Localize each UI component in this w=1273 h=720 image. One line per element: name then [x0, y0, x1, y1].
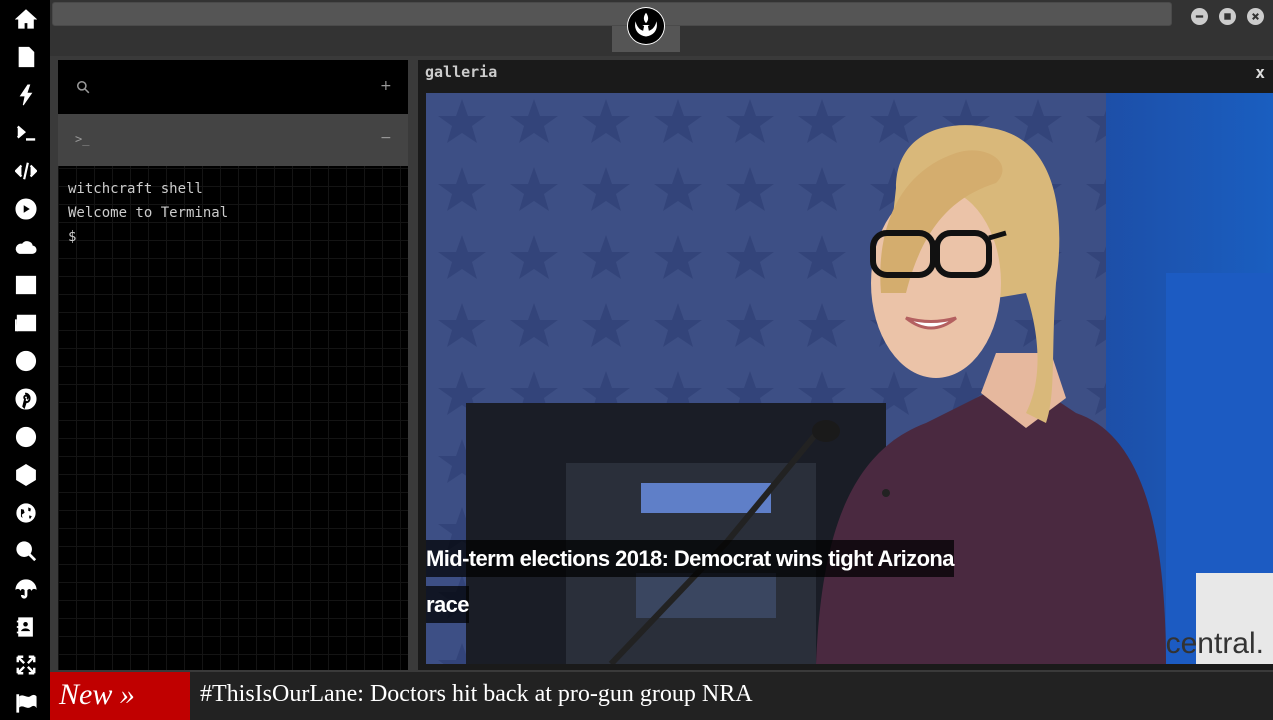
terminal-output[interactable]: witchcraft shell Welcome to Terminal $	[68, 177, 228, 249]
terminal-line: Welcome to Terminal	[68, 205, 229, 221]
umbrella-icon[interactable]	[14, 577, 38, 601]
globe-icon[interactable]	[14, 501, 38, 525]
pinterest-icon[interactable]	[14, 387, 38, 411]
terminal-prompt[interactable]: $	[68, 225, 228, 249]
code-icon[interactable]	[14, 159, 38, 183]
image-icon[interactable]	[14, 273, 38, 297]
gallery-panel: galleria x central. Mid-term elections 2…	[418, 60, 1273, 670]
terminal-line: witchcraft shell	[68, 181, 203, 197]
news-caption-text: Mid-term elections 2018: Democrat wins t…	[426, 540, 954, 623]
cloud-icon[interactable]	[14, 235, 38, 259]
close-icon[interactable]	[1247, 8, 1264, 25]
terminal-panel: + >_ − witchcraft shell Welcome to Termin…	[58, 60, 408, 670]
sidebar	[0, 0, 50, 720]
home-icon[interactable]	[14, 7, 38, 31]
search-icon[interactable]	[14, 539, 38, 563]
maximize-icon[interactable]	[1219, 8, 1236, 25]
geodesic-icon[interactable]	[14, 463, 38, 487]
add-button[interactable]: +	[380, 78, 392, 94]
flag-icon[interactable]	[14, 691, 38, 715]
terminal-tab[interactable]: >_ −	[58, 114, 408, 166]
gallery-title: galleria	[425, 63, 498, 81]
gallery-close-button[interactable]: x	[1255, 63, 1265, 82]
expand-icon[interactable]	[14, 653, 38, 677]
galactic-empire-icon[interactable]	[14, 425, 38, 449]
address-book-icon[interactable]	[14, 615, 38, 639]
ticker-headline[interactable]: #ThisIsOurLane: Doctors hit back at pro-…	[200, 672, 753, 716]
terminal-prompt-icon: >_	[75, 132, 90, 146]
rebel-alliance-icon[interactable]	[627, 7, 665, 45]
collapse-button[interactable]: −	[380, 130, 392, 146]
minimize-icon[interactable]	[1191, 8, 1208, 25]
search-icon[interactable]	[76, 80, 90, 99]
address-bar[interactable]	[52, 2, 1172, 26]
play-icon[interactable]	[14, 197, 38, 221]
news-caption[interactable]: Mid-term elections 2018: Democrat wins t…	[426, 536, 996, 628]
document-icon[interactable]	[14, 45, 38, 69]
newspaper-icon[interactable]	[14, 311, 38, 335]
news-ticker: New » #ThisIsOurLane: Doctors hit back a…	[50, 672, 1273, 720]
terminal-icon[interactable]	[14, 121, 38, 145]
terminal-search-bar[interactable]: +	[58, 60, 408, 114]
lightning-icon[interactable]	[14, 83, 38, 107]
ticker-badge: New »	[50, 672, 190, 720]
svg-text:central.: central.	[1166, 627, 1264, 660]
wordpress-icon[interactable]	[14, 349, 38, 373]
